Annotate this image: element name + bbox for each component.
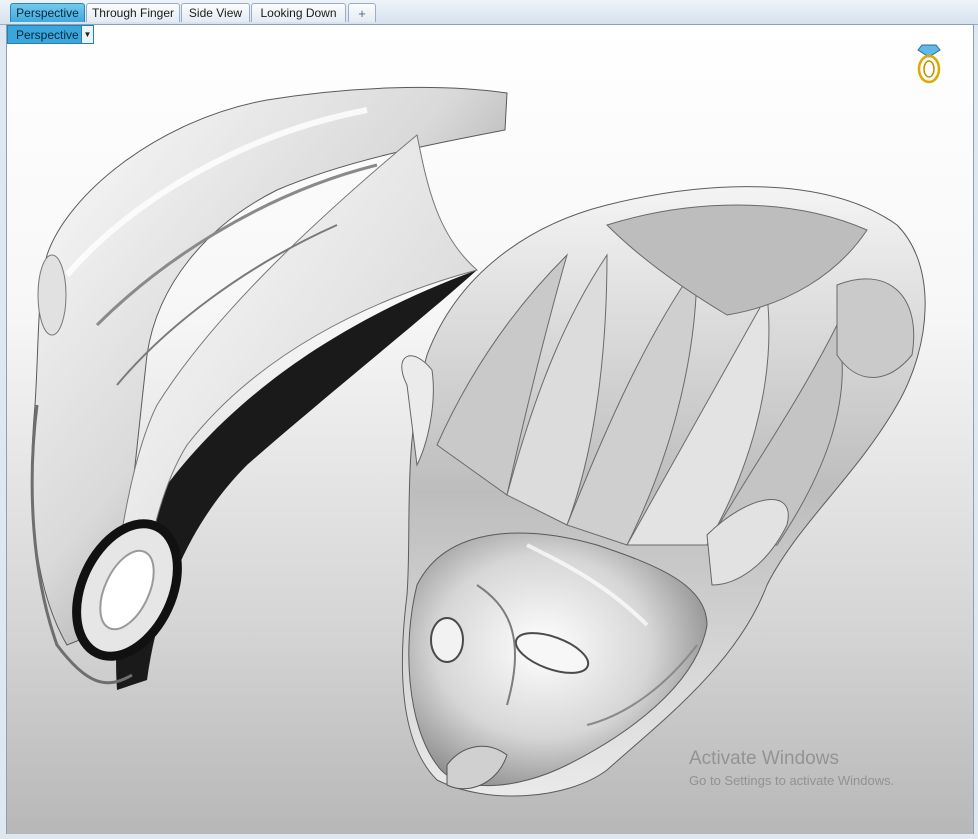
watermark-title: Activate Windows bbox=[689, 748, 839, 769]
ring-gem-icon[interactable] bbox=[915, 39, 943, 85]
3d-viewport[interactable]: Perspective ▼ Activate Windows Go to Set… bbox=[6, 24, 974, 836]
dropdown-arrow-icon[interactable]: ▼ bbox=[81, 26, 93, 43]
tab-looking-down[interactable]: Looking Down bbox=[251, 3, 346, 22]
viewport-view-dropdown[interactable]: Perspective ▼ bbox=[7, 25, 94, 44]
activate-windows-watermark: Activate Windows Go to Settings to activ… bbox=[689, 748, 894, 788]
tab-perspective[interactable]: Perspective bbox=[10, 3, 85, 22]
add-tab-button[interactable]: + bbox=[348, 3, 376, 22]
view-tab-strip: Perspective Through Finger Side View Loo… bbox=[0, 0, 978, 25]
tab-through-finger[interactable]: Through Finger bbox=[86, 3, 180, 22]
watermark-subtitle: Go to Settings to activate Windows. bbox=[689, 773, 895, 788]
ring-model-render[interactable] bbox=[7, 25, 973, 835]
window-bottom-edge bbox=[0, 834, 978, 839]
ring-half-right-lion-head bbox=[401, 186, 926, 797]
viewport-view-label: Perspective bbox=[16, 27, 79, 42]
plus-icon: + bbox=[358, 6, 366, 21]
tab-side-view[interactable]: Side View bbox=[181, 3, 250, 22]
